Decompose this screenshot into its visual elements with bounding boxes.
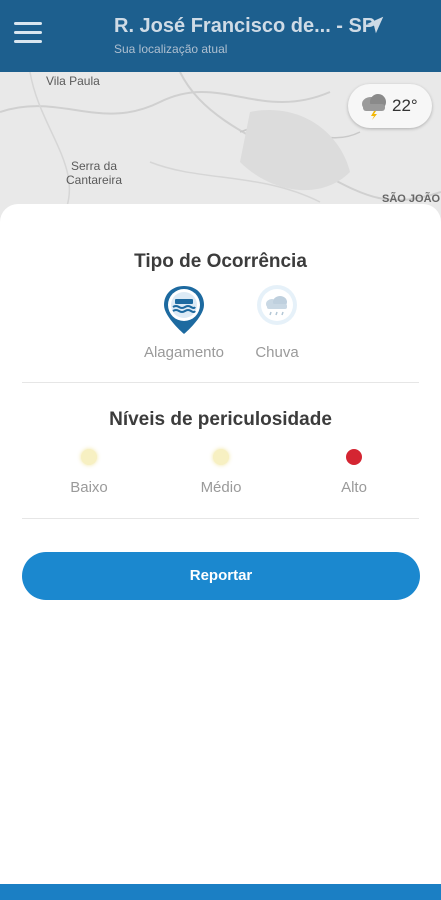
location-subtitle: Sua localização atual (114, 42, 228, 56)
level-label-medio: Médio (200, 479, 242, 496)
divider (22, 518, 419, 519)
location-title[interactable]: R. José Francisco de... - SP (114, 15, 375, 38)
navigation-arrow-icon[interactable] (364, 14, 386, 36)
level-label-alto: Alto (341, 479, 367, 496)
divider (22, 382, 419, 383)
level-option-medio[interactable]: Médio (181, 449, 261, 496)
level-option-baixo[interactable]: Baixo (49, 449, 129, 496)
app-header: R. José Francisco de... - SP Sua localiz… (0, 0, 441, 72)
rain-icon (257, 285, 297, 325)
storm-cloud-icon (362, 94, 386, 120)
weather-temperature: 22° (392, 96, 418, 115)
map-label-vila-paula: Vila Paula (46, 74, 100, 88)
type-label-alagamento: Alagamento (143, 344, 225, 361)
type-option-alagamento[interactable]: Alagamento (134, 284, 234, 361)
level-dot-medio (213, 449, 229, 465)
danger-level-title: Níveis de periculosidade (109, 409, 332, 430)
type-label-chuva: Chuva (255, 344, 299, 361)
report-sheet: Tipo de Ocorrência Alagamento Chuva Níve… (0, 204, 441, 894)
flood-icon (164, 286, 204, 334)
occurrence-type-title: Tipo de Ocorrência (134, 251, 307, 272)
map-view[interactable]: Vila Paula Serra da Cantareira SÃO JOÃO … (0, 72, 441, 222)
map-label-serra-cantareira: Serra da Cantareira (66, 159, 123, 187)
level-option-alto[interactable]: Alto (314, 449, 394, 496)
report-button[interactable]: Reportar (22, 552, 420, 600)
level-dot-baixo (81, 449, 97, 465)
level-label-baixo: Baixo (70, 479, 108, 496)
level-dot-alto (346, 449, 362, 465)
type-option-chuva[interactable]: Chuva (227, 284, 327, 361)
bottom-nav-bar (0, 884, 441, 900)
hamburger-menu-icon[interactable] (14, 22, 42, 46)
weather-badge[interactable]: 22° (348, 84, 432, 128)
